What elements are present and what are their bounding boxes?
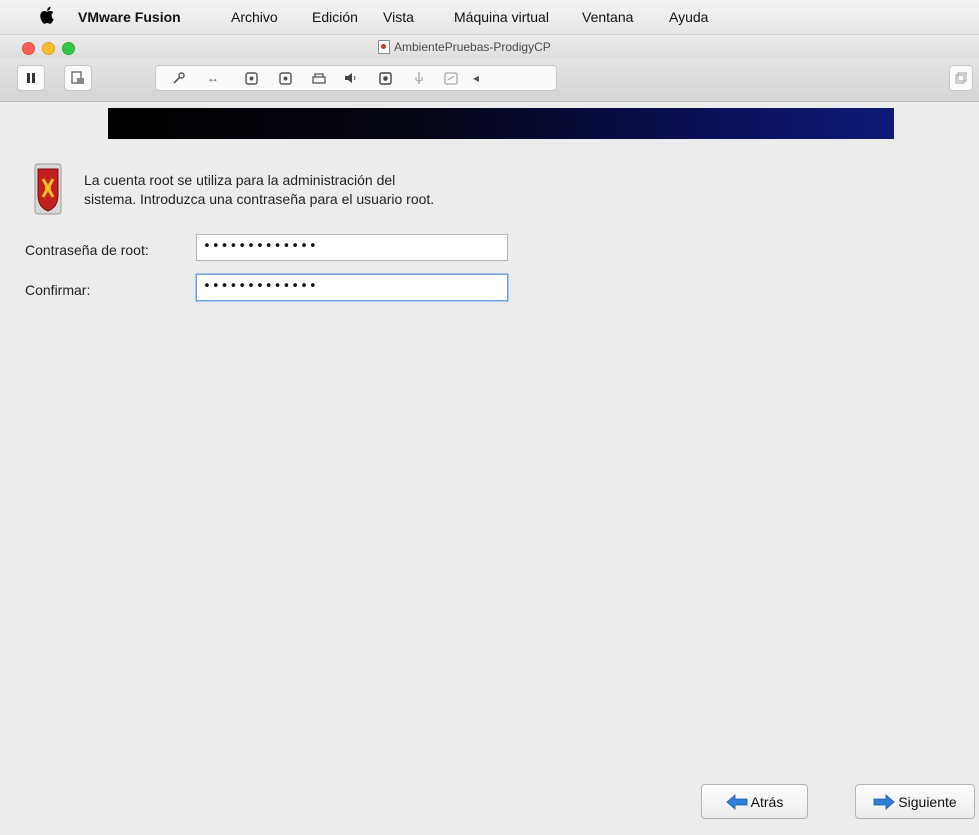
apple-icon[interactable] (40, 6, 54, 24)
menu-maquina-virtual[interactable]: Máquina virtual (454, 9, 549, 25)
confirm-password-label: Confirmar: (25, 282, 91, 298)
confirm-password-input[interactable]: ••••••••••••• (196, 274, 508, 301)
vm-toolbar: ↔ ◂ (0, 59, 979, 102)
root-password-label: Contraseña de root: (25, 242, 149, 258)
vm-guest-screen[interactable]: La cuenta root se utiliza para la admini… (0, 102, 979, 835)
menu-ventana[interactable]: Ventana (582, 9, 633, 25)
chevron-left-icon[interactable]: ◂ (468, 70, 484, 86)
fullscreen-icon (955, 72, 967, 84)
vm-document-icon (378, 40, 390, 54)
pause-icon (27, 73, 35, 83)
back-button-label: Atrás (750, 793, 784, 810)
next-button-label: Siguiente (898, 793, 957, 810)
menu-vista[interactable]: Vista (383, 9, 414, 25)
hard-disk-2-icon[interactable] (277, 70, 293, 86)
intro-line-2: sistema. Introduzca una contraseña para … (84, 191, 435, 207)
security-shield-icon (34, 163, 62, 215)
menu-bar: VMware Fusion Archivo Edición Vista Máqu… (0, 0, 979, 35)
menu-archivo[interactable]: Archivo (231, 9, 278, 25)
menu-ayuda[interactable]: Ayuda (669, 9, 708, 25)
window-titlebar: AmbientePruebas-ProdigyCP (0, 35, 979, 59)
share-icon[interactable] (443, 70, 459, 86)
printer-icon[interactable] (311, 70, 327, 86)
window-title: AmbientePruebas-ProdigyCP (378, 40, 551, 54)
fullscreen-button[interactable] (949, 65, 973, 91)
root-password-input[interactable]: ••••••••••••• (196, 234, 508, 261)
wrench-icon[interactable] (171, 70, 187, 86)
window-title-text: AmbientePruebas-ProdigyCP (394, 40, 551, 54)
arrow-right-icon (873, 793, 895, 810)
installer-banner (108, 108, 894, 139)
intro-text: La cuenta root se utiliza para la admini… (84, 171, 434, 209)
hard-disk-icon[interactable] (243, 70, 259, 86)
next-button[interactable]: Siguiente (855, 784, 975, 819)
menu-app-name[interactable]: VMware Fusion (78, 9, 181, 25)
pause-button[interactable] (17, 65, 45, 91)
usb-icon[interactable] (411, 70, 427, 86)
minimize-window-button[interactable] (42, 42, 55, 55)
device-controls: ↔ ◂ (155, 65, 557, 91)
intro-line-1: La cuenta root se utiliza para la admini… (84, 172, 396, 188)
back-button[interactable]: Atrás (701, 784, 808, 819)
resize-arrows-icon[interactable]: ↔ (205, 70, 221, 86)
menu-edicion[interactable]: Edición (312, 9, 358, 25)
snapshot-icon (71, 71, 84, 84)
snapshot-button[interactable] (64, 65, 92, 91)
speaker-icon[interactable] (343, 70, 359, 86)
camera-icon[interactable] (377, 70, 393, 86)
close-window-button[interactable] (22, 42, 35, 55)
zoom-window-button[interactable] (62, 42, 75, 55)
arrow-left-icon (726, 793, 748, 810)
